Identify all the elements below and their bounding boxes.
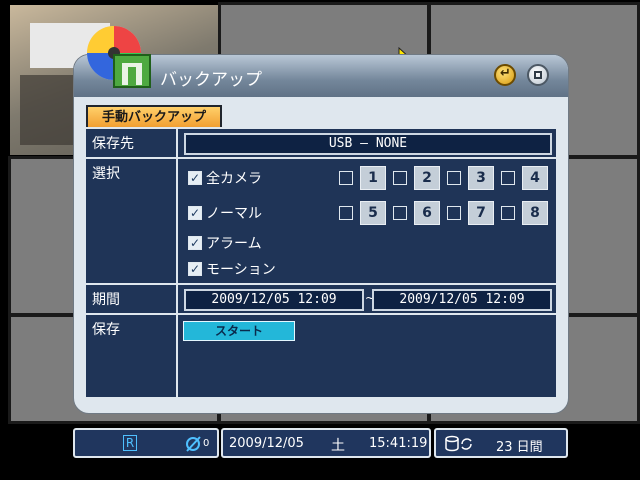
motion-label: モーション bbox=[206, 262, 276, 278]
status-time: 15:41:19 bbox=[369, 436, 428, 451]
row-save: 保存 スタート bbox=[86, 315, 556, 399]
status-weekday: 土 bbox=[331, 438, 345, 454]
disk-overwrite-icon bbox=[445, 435, 472, 452]
status-indicators: R 0 bbox=[73, 428, 219, 458]
network-disabled-icon bbox=[186, 436, 201, 452]
select-label: 選択 bbox=[86, 159, 178, 283]
remaining-days: 23 日間 bbox=[496, 440, 543, 455]
camera-2-button[interactable]: 2 bbox=[414, 166, 440, 190]
camera-2-checkbox[interactable] bbox=[393, 171, 407, 185]
back-icon: ↵ bbox=[500, 66, 511, 81]
close-icon bbox=[534, 71, 542, 79]
camera-8-checkbox[interactable] bbox=[501, 206, 515, 220]
window-title: バックアップ bbox=[160, 70, 262, 90]
network-count: 0 bbox=[203, 438, 210, 449]
storage-days-display: 23 日間 bbox=[434, 428, 568, 458]
normal-checkbox[interactable]: ✓ bbox=[188, 206, 202, 220]
camera-1-button[interactable]: 1 bbox=[360, 166, 386, 190]
camera-4-button[interactable]: 4 bbox=[522, 166, 548, 190]
camera-3-checkbox[interactable] bbox=[447, 171, 461, 185]
row-select: 選択 ✓ 全カメラ ✓ ノーマル ✓ アラーム ✓ モーション 1 2 3 4 … bbox=[86, 159, 556, 285]
camera-7-checkbox[interactable] bbox=[447, 206, 461, 220]
record-badge: R bbox=[123, 435, 137, 451]
close-button[interactable] bbox=[527, 64, 549, 86]
camera-5-button[interactable]: 5 bbox=[360, 201, 386, 225]
row-period: 期間 2009/12/05 12:09 ~ 2009/12/05 12:09 bbox=[86, 285, 556, 315]
row-destination: 保存先 USB – NONE bbox=[86, 129, 556, 159]
motion-checkbox[interactable]: ✓ bbox=[188, 262, 202, 276]
alarm-checkbox[interactable]: ✓ bbox=[188, 236, 202, 250]
camera-4-checkbox[interactable] bbox=[501, 171, 515, 185]
camera-6-button[interactable]: 6 bbox=[414, 201, 440, 225]
alarm-label: アラーム bbox=[206, 236, 262, 252]
backup-cd-icon bbox=[87, 26, 151, 88]
camera-3-button[interactable]: 3 bbox=[468, 166, 494, 190]
status-date: 2009/12/05 bbox=[229, 436, 304, 451]
camera-1-checkbox[interactable] bbox=[339, 171, 353, 185]
tab-manual-backup[interactable]: 手動バックアップ bbox=[86, 105, 222, 129]
destination-select[interactable]: USB – NONE bbox=[184, 133, 552, 155]
camera-5-checkbox[interactable] bbox=[339, 206, 353, 220]
period-start-field[interactable]: 2009/12/05 12:09 bbox=[184, 289, 364, 311]
camera-7-button[interactable]: 7 bbox=[468, 201, 494, 225]
camera-6-checkbox[interactable] bbox=[393, 206, 407, 220]
period-label: 期間 bbox=[86, 285, 178, 313]
backup-settings-panel: 保存先 USB – NONE 選択 ✓ 全カメラ ✓ ノーマル ✓ アラーム ✓… bbox=[84, 127, 558, 399]
datetime-display: 2009/12/05 土 15:41:19 bbox=[221, 428, 431, 458]
normal-label: ノーマル bbox=[206, 206, 262, 222]
period-end-field[interactable]: 2009/12/05 12:09 bbox=[372, 289, 552, 311]
all-camera-checkbox[interactable]: ✓ bbox=[188, 171, 202, 185]
start-button[interactable]: スタート bbox=[183, 321, 295, 341]
destination-label: 保存先 bbox=[86, 129, 178, 157]
all-camera-label: 全カメラ bbox=[206, 171, 262, 187]
camera-8-button[interactable]: 8 bbox=[522, 201, 548, 225]
save-label: 保存 bbox=[86, 315, 178, 399]
back-button[interactable]: ↵ bbox=[494, 64, 516, 86]
backup-window: バックアップ ↵ 手動バックアップ 保存先 USB – NONE 選択 ✓ 全カ… bbox=[73, 26, 569, 414]
